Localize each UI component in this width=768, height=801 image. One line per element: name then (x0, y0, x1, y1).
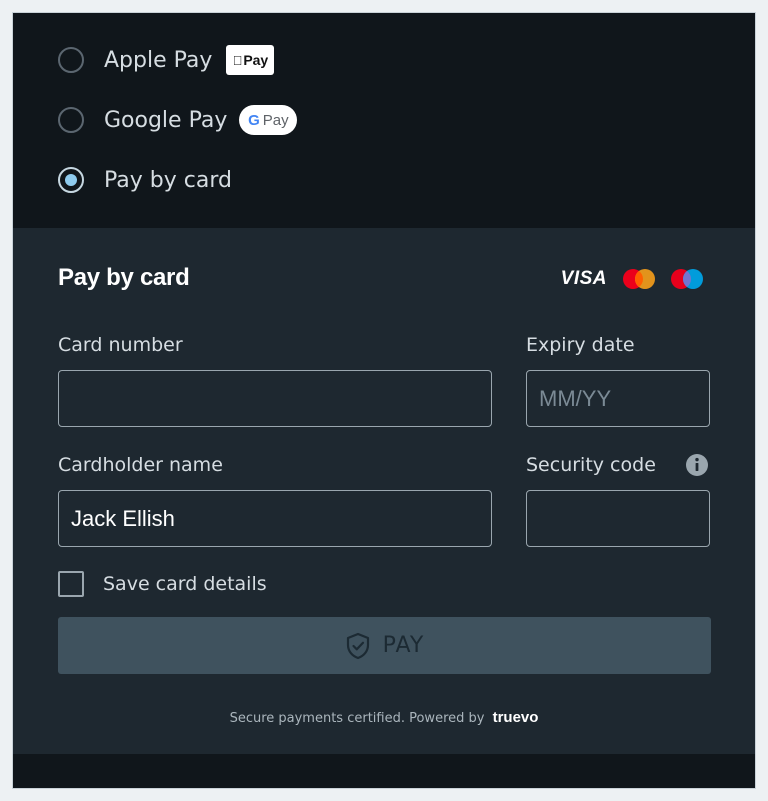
save-card-checkbox[interactable] (58, 571, 84, 597)
expiry-date-label: Expiry date (526, 334, 635, 356)
card-brands: VISA (561, 268, 703, 290)
truevo-logo: truevo (492, 709, 539, 726)
apple-logo-icon:  (233, 53, 243, 68)
footer-note: Secure payments certified. Powered by tr… (13, 709, 755, 726)
panel-title: Pay by card (58, 264, 190, 291)
google-g-icon: G (248, 111, 260, 129)
expiry-date-input[interactable] (526, 370, 710, 427)
save-card-label: Save card details (103, 573, 267, 595)
security-code-label: Security code (526, 454, 656, 476)
shield-check-icon (346, 632, 369, 659)
card-number-label: Card number (58, 334, 183, 356)
maestro-logo-icon (671, 269, 703, 289)
security-code-input[interactable] (526, 490, 710, 547)
info-icon[interactable] (685, 453, 709, 477)
pay-button-label: PAY (382, 633, 425, 658)
apple-pay-badge-text: Pay (238, 52, 268, 68)
method-pay-by-card[interactable]: Pay by card (58, 160, 232, 200)
pay-by-card-radio[interactable] (58, 167, 84, 193)
payment-frame: Apple Pay  Pay Google Pay G Pay Pay by … (12, 12, 756, 789)
card-number-input[interactable] (58, 370, 492, 427)
pay-button[interactable]: PAY (58, 617, 711, 674)
apple-pay-badge:  Pay (226, 45, 275, 75)
google-pay-label: Google Pay (104, 107, 228, 133)
payment-methods: Apple Pay  Pay Google Pay G Pay Pay by … (13, 13, 755, 228)
cardholder-name-label: Cardholder name (58, 454, 223, 476)
method-apple-pay[interactable]: Apple Pay  Pay (58, 40, 275, 80)
footer-text: Secure payments certified. Powered by (229, 711, 485, 726)
card-panel: Pay by card VISA Card number Expiry date… (13, 228, 755, 754)
google-pay-badge-text: Pay (262, 111, 289, 129)
google-pay-badge: G Pay (239, 105, 298, 135)
apple-pay-radio[interactable] (58, 47, 84, 73)
pay-by-card-label: Pay by card (104, 167, 232, 193)
mastercard-logo-icon (623, 269, 655, 289)
visa-logo: VISA (560, 268, 607, 289)
method-google-pay[interactable]: Google Pay G Pay (58, 100, 298, 140)
cardholder-name-input[interactable] (58, 490, 492, 547)
google-pay-radio[interactable] (58, 107, 84, 133)
apple-pay-label: Apple Pay (104, 47, 213, 73)
